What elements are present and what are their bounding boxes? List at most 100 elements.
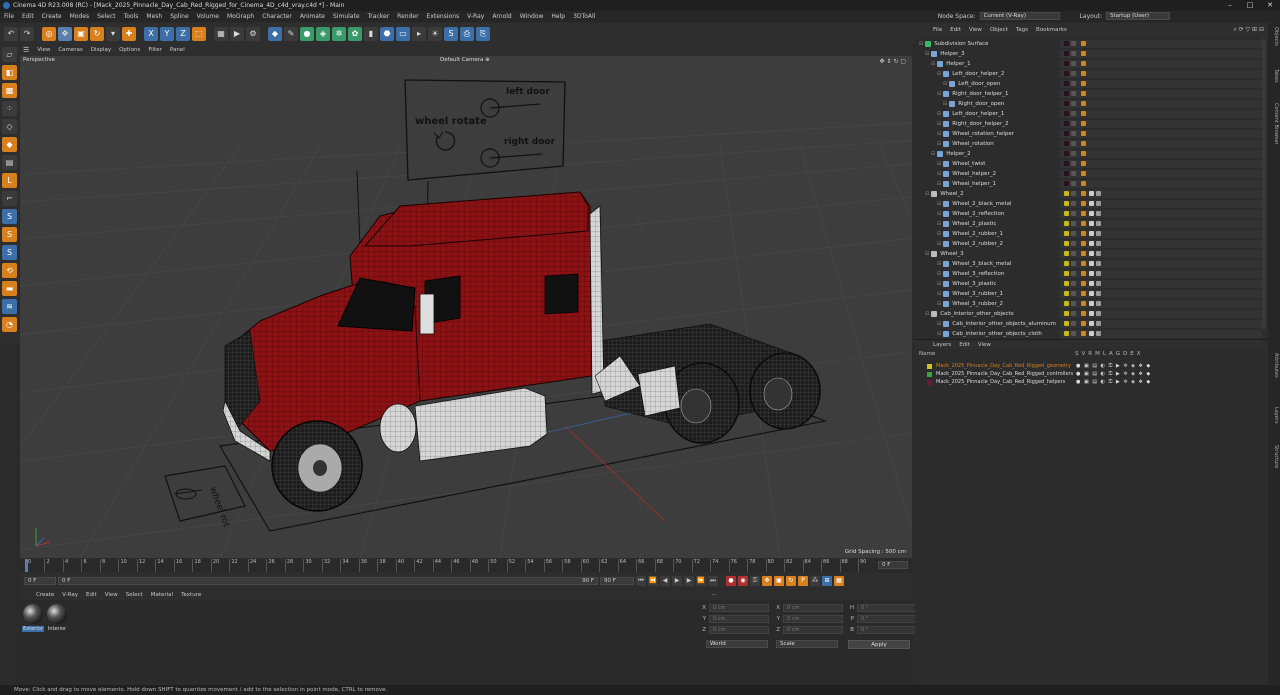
menu-tools[interactable]: Tools [120,11,143,22]
selection-tag-icon[interactable] [1096,311,1101,316]
visibility-icon[interactable] [1071,231,1076,236]
apply-button[interactable]: Apply [848,640,910,649]
spline-pen-icon[interactable]: ✎ [284,26,298,41]
visibility-icon[interactable] [1071,291,1076,296]
object-row[interactable]: ⊟ Helper_1 [915,59,1263,69]
camera-icon[interactable]: ▸ [412,26,426,41]
object-menu-object[interactable]: Object [986,27,1012,33]
object-row[interactable]: ⊟ Left_door_helper_2 [915,69,1263,79]
object-row[interactable]: ⊟ Wheel_helper_2 [915,169,1263,179]
coord-value-field[interactable]: 0 cm [783,626,843,634]
layer-color-icon[interactable] [1064,241,1069,246]
material-tag-icon[interactable] [1089,201,1094,206]
layer-color-icon[interactable] [1064,91,1069,96]
selection-tag-icon[interactable] [1096,191,1101,196]
object-row[interactable]: ⊟ Wheel_3_plastic [915,279,1263,289]
menu-spline[interactable]: Spline [166,11,192,22]
autokey-icon[interactable]: ◉ [738,576,748,586]
object-row[interactable]: ⊟ Right_door_helper_2 [915,119,1263,129]
object-row[interactable]: ⊟ Wheel_3_rubber_1 [915,289,1263,299]
object-menu-tags[interactable]: Tags [1012,27,1032,33]
menu-arnold[interactable]: Arnold [488,11,515,22]
vray-s2-icon[interactable]: S [2,227,17,242]
expand-icon[interactable]: ⊟ [943,81,947,87]
expand-icon[interactable]: ⊟ [937,121,941,127]
material-menu-edit[interactable]: Edit [82,592,101,598]
extrude-icon[interactable]: ◈ [316,26,330,41]
vray-icon[interactable]: S [444,26,458,41]
floor-icon[interactable]: ▭ [396,26,410,41]
z-axis-icon[interactable]: Z [176,26,190,41]
expand-icon[interactable]: ⊟ [937,231,941,237]
layer-color-icon[interactable] [1064,301,1069,306]
expand-icon[interactable]: ⊟ [937,111,941,117]
viewport-camera-name[interactable]: Default Camera ⊕ [440,57,490,63]
key-scale-icon[interactable]: ▣ [774,576,784,586]
visibility-icon[interactable] [1071,61,1076,66]
visibility-icon[interactable] [1071,301,1076,306]
snap-icon[interactable]: ⌐ [2,191,17,206]
layer-color-icon[interactable] [1064,261,1069,266]
visibility-icon[interactable] [1071,241,1076,246]
tag-icon[interactable] [1081,241,1086,246]
object-row[interactable]: ⊟ Wheel_2_plastic [915,219,1263,229]
material-tag-icon[interactable] [1089,211,1094,216]
visibility-icon[interactable] [1071,141,1076,146]
coord-value-field[interactable]: 0 ° [857,626,917,634]
3d-viewport[interactable]: wheel rot wheel rotate left door right d… [20,56,912,558]
visibility-icon[interactable] [1071,161,1076,166]
layer-row[interactable]: Mack_2025_Pinnacle_Day_Cab_Red_Rigged_he… [915,378,1268,386]
menu-create[interactable]: Create [38,11,66,22]
right-tab-attributes[interactable]: Attributes [1269,353,1279,378]
selection-tag-icon[interactable] [1096,211,1101,216]
expand-icon[interactable]: ⊟ [937,201,941,207]
material-menu-texture[interactable]: Texture [177,592,205,598]
preview-range-field[interactable]: 0 F 90 F [58,577,598,585]
coord-value-field[interactable]: 0 ° [857,604,917,612]
play-icon[interactable]: ▶ [672,576,682,586]
menu-volume[interactable]: Volume [193,11,223,22]
object-row[interactable]: ⊟ Wheel_3 [915,249,1263,259]
material-menu-view[interactable]: View [101,592,122,598]
layer-color-icon[interactable] [1064,101,1069,106]
object-row[interactable]: ⊟ Left_door_open [915,79,1263,89]
undo-icon[interactable]: ↶ [4,26,18,41]
keyframe-selection-icon[interactable]: ⚿ [750,576,760,586]
expand-icon[interactable]: ⊟ [925,51,929,57]
layer-menu-edit[interactable]: Edit [955,342,974,348]
layer-color-icon[interactable] [1064,221,1069,226]
layer-color-icon[interactable] [1064,321,1069,326]
tag-icon[interactable] [1081,151,1086,156]
object-menu-view[interactable]: View [965,27,986,33]
material-menu-vray[interactable]: V-Ray [58,592,82,598]
uv-mode-icon[interactable]: ▤ [2,155,17,170]
object-row[interactable]: ⊟ Cab_interior_other_objects [915,309,1263,319]
material-tag-icon[interactable] [1089,241,1094,246]
object-row[interactable]: ⊟ Wheel_2_reflection [915,209,1263,219]
object-row[interactable]: ⊟ Right_door_open [915,99,1263,109]
tag-icon[interactable] [1081,251,1086,256]
expand-icon[interactable]: ⊟ [931,61,935,67]
tag-icon[interactable] [1081,191,1086,196]
tag-icon[interactable] [1081,331,1086,336]
timeline-playhead[interactable] [25,559,28,572]
tag-icon[interactable] [1081,131,1086,136]
move-tool-icon[interactable]: ✥ [58,26,72,41]
menu-modes[interactable]: Modes [66,11,93,22]
layer-menu-layers[interactable]: Layers [929,342,955,348]
visibility-icon[interactable] [1071,131,1076,136]
menu-character[interactable]: Character [258,11,296,22]
start-frame-field[interactable]: 0 F [24,577,56,585]
material-tag-icon[interactable] [1089,221,1094,226]
visibility-icon[interactable] [1071,71,1076,76]
tag-icon[interactable] [1081,321,1086,326]
material-tag-icon[interactable] [1089,261,1094,266]
prev-key-icon[interactable]: ⏪ [648,576,658,586]
edges-mode-icon[interactable]: ◇ [2,119,17,134]
layer-toggle-icons[interactable]: ● ▣ ▤ ◐ ⚿ ▶ ✲ ◈ ✥ ◆ [1076,379,1151,385]
tag-icon[interactable] [1081,181,1086,186]
viewport-menu-options[interactable]: Options [115,47,144,53]
selection-tag-icon[interactable] [1096,321,1101,326]
expand-icon[interactable]: ⊟ [937,221,941,227]
layer-color-icon[interactable] [1064,191,1069,196]
